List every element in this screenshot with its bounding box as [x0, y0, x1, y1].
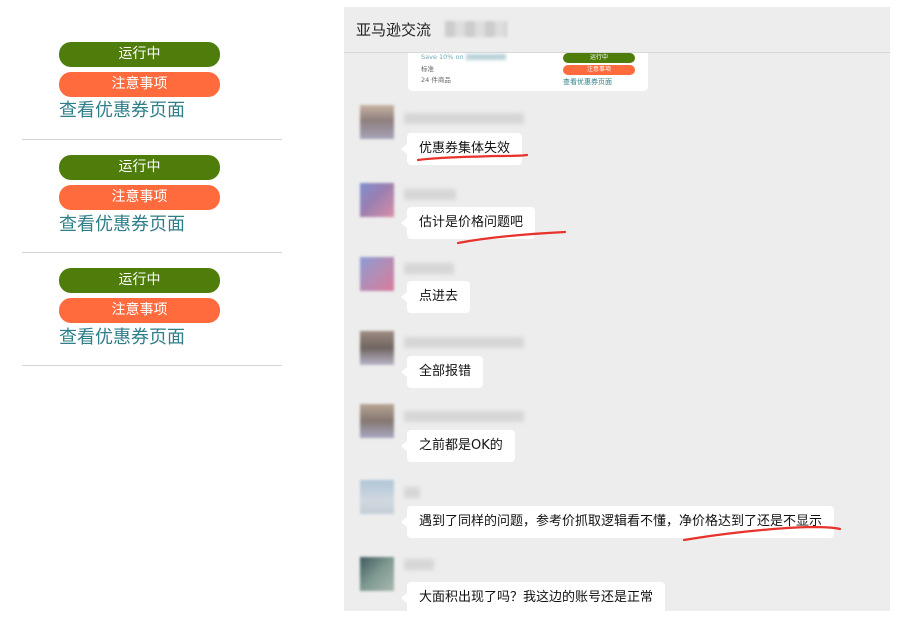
message-bubble[interactable]: 优惠券集体失效 [400, 133, 523, 165]
redacted-sender-name [404, 189, 456, 200]
card-coupon-link[interactable]: 查看优惠券页面 [563, 77, 612, 87]
chat-title: 亚马逊交流 [356, 21, 432, 39]
message-bubble[interactable]: 全部报错 [400, 356, 484, 388]
redacted-sender-name [404, 263, 454, 274]
card-item-count: 24 件商品 [421, 76, 451, 84]
message-bubble[interactable]: 遇到了同样的问题，参考价抓取逻辑看不懂，净价格达到了还是不显示 [400, 506, 835, 538]
notice-button[interactable]: 注意事项 [59, 185, 220, 210]
redacted-sender-name [404, 411, 524, 422]
divider [22, 139, 282, 140]
message-bubble[interactable]: 大面积出现了吗？我这边的账号还是正常 [400, 582, 666, 611]
message-bubble[interactable]: 之前都是OK的 [401, 430, 515, 462]
status-badge-running[interactable]: 运行中 [59, 42, 220, 67]
status-badge-running[interactable]: 运行中 [59, 268, 220, 293]
redacted-sender-name [404, 337, 524, 348]
notice-button[interactable]: 注意事项 [59, 298, 220, 323]
coupon-list: 运行中 注意事项 查看优惠券页面 运行中 注意事项 查看优惠券页面 运行中 注意… [0, 0, 300, 618]
shared-coupon-card[interactable]: Save 10% on 标准 24 件商品 运行中 注意事项 查看优惠券页面 [408, 53, 648, 91]
avatar[interactable] [360, 257, 394, 291]
avatar[interactable] [360, 404, 394, 438]
redacted-sender-name [404, 113, 524, 124]
view-coupon-page-link[interactable]: 查看优惠券页面 [59, 100, 185, 122]
message-bubble[interactable]: 点进去 [400, 281, 471, 313]
divider [22, 252, 282, 253]
redacted-blur [466, 54, 506, 60]
avatar[interactable] [360, 480, 394, 514]
divider [22, 365, 282, 366]
redacted-title-blur [445, 21, 507, 37]
card-status-badge: 运行中 [563, 53, 635, 63]
message-bubble[interactable]: 估计是价格问题吧 [400, 207, 536, 239]
avatar[interactable] [360, 331, 394, 365]
avatar[interactable] [360, 557, 394, 591]
view-coupon-page-link[interactable]: 查看优惠券页面 [59, 327, 185, 349]
card-save-text: Save 10% on [421, 53, 464, 61]
avatar[interactable] [360, 183, 394, 217]
avatar[interactable] [360, 105, 394, 139]
card-notice-badge: 注意事项 [563, 65, 635, 75]
redacted-sender-name [404, 487, 420, 498]
chat-window: 亚马逊交流 Save 10% on 标准 24 件商品 运行中 注意事项 查看优… [344, 7, 890, 611]
redacted-sender-name [404, 559, 434, 570]
view-coupon-page-link[interactable]: 查看优惠券页面 [59, 214, 185, 236]
card-standard-label: 标准 [421, 65, 434, 73]
notice-button[interactable]: 注意事项 [59, 72, 220, 97]
chat-header: 亚马逊交流 [344, 7, 890, 53]
status-badge-running[interactable]: 运行中 [59, 155, 220, 180]
